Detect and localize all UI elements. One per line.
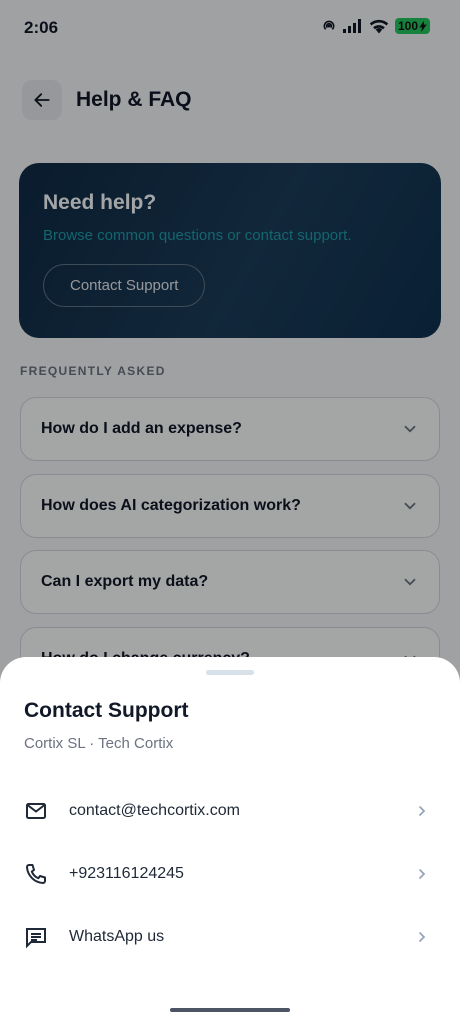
contact-option-label: contact@techcortix.com [69,802,240,819]
phone-icon [26,864,46,884]
chevron-right-icon [419,806,426,816]
contact-option-whatsapp[interactable]: WhatsApp us [0,907,460,967]
chevron-right-icon [419,932,426,942]
mail-icon [26,803,46,819]
sheet-subtitle: Cortix SL · Tech Cortix [24,735,174,752]
contact-option-label: WhatsApp us [69,928,165,945]
chevron-right-icon [419,869,426,879]
contact-support-sheet: Contact Support Cortix SL · Tech Cortix … [0,657,460,1024]
chat-icon [26,928,46,949]
contact-option-label: +923116124245 [69,865,184,882]
contact-option-email[interactable]: contact@techcortix.com [0,781,460,841]
contact-option-phone[interactable]: +923116124245 [0,844,460,904]
home-indicator [170,1008,290,1012]
sheet-drag-handle[interactable] [206,670,254,675]
sheet-title: Contact Support [24,699,189,722]
